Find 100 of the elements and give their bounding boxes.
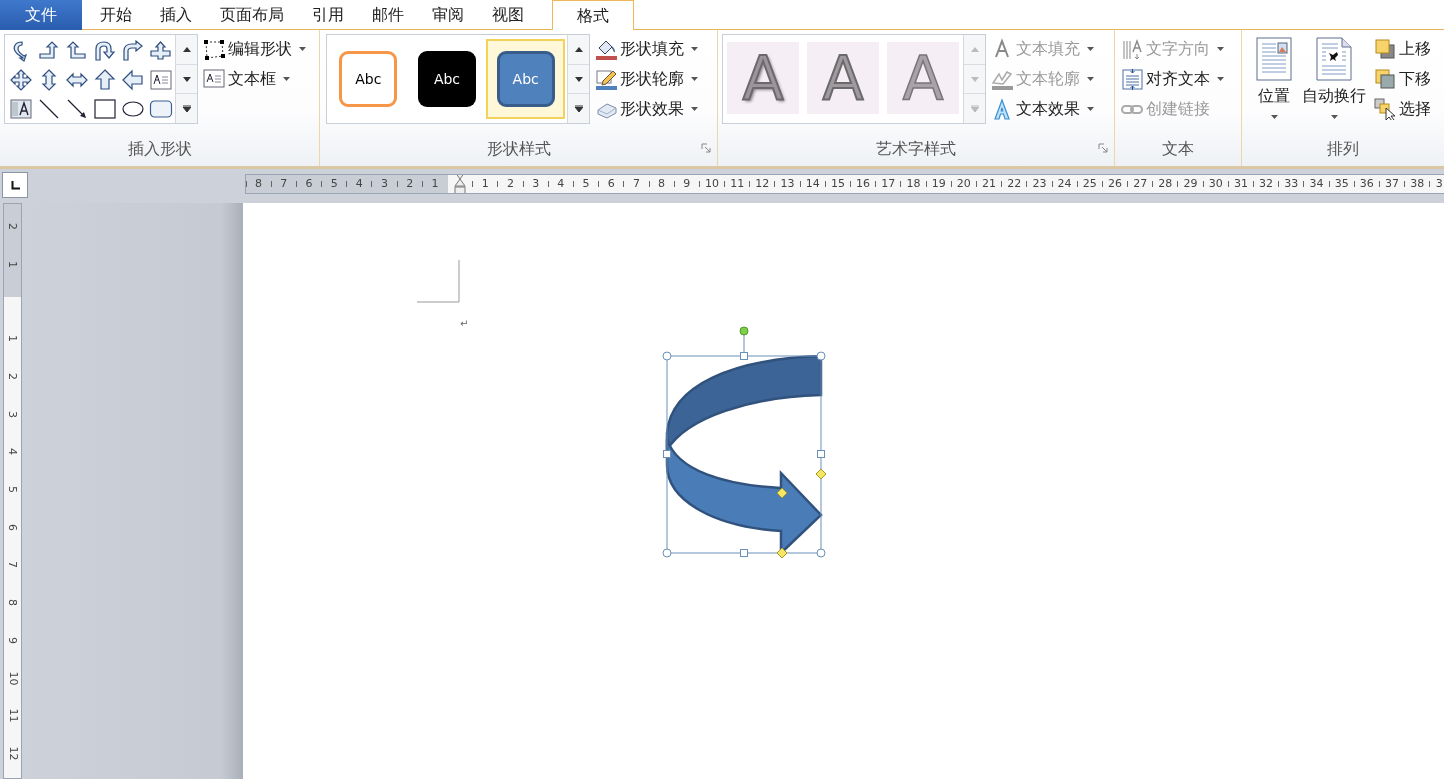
ruler-number: 34 <box>1303 175 1330 193</box>
ribbon-tab[interactable]: 引用 <box>298 0 358 30</box>
resize-handle[interactable] <box>816 548 826 558</box>
style-thumbnail[interactable]: Abc <box>339 51 398 107</box>
resize-handle[interactable] <box>662 548 672 558</box>
tab-selector-button[interactable] <box>2 172 28 198</box>
resize-handle[interactable] <box>817 450 825 458</box>
ruler-number: 8 <box>649 175 675 193</box>
resize-handle[interactable] <box>740 352 748 360</box>
up-arrow-icon[interactable] <box>93 67 117 92</box>
ribbon-tab[interactable]: 插入 <box>146 0 206 30</box>
down-icon <box>574 76 583 82</box>
left-arrow-icon[interactable] <box>121 67 145 92</box>
ruler-number: 2 <box>6 373 19 381</box>
resize-handle[interactable] <box>740 549 748 557</box>
u-turn-arrow-icon[interactable] <box>93 38 117 63</box>
up-icon <box>970 46 979 52</box>
up-icon <box>182 46 191 52</box>
style-thumbnail[interactable]: Abc <box>496 51 555 107</box>
split-arrow-icon[interactable] <box>149 38 173 63</box>
edit-points-icon <box>203 38 225 60</box>
command-button[interactable]: 形状效果 <box>595 97 698 121</box>
command-button[interactable]: 选择 <box>1374 97 1431 121</box>
ribbon-tab[interactable]: 页面布局 <box>206 0 298 30</box>
ribbon-tab[interactable]: 审阅 <box>418 0 478 30</box>
large-button[interactable]: 位置 <box>1254 34 1294 119</box>
ruler-number: 12 <box>749 175 775 193</box>
text-box-icon <box>203 68 225 90</box>
dialog-launcher-icon[interactable] <box>701 143 711 153</box>
ribbon-tab[interactable]: 开始 <box>86 0 146 30</box>
ruler-number: 4 <box>346 175 372 193</box>
down-icon <box>182 76 191 82</box>
ruler-number: 28 <box>1152 175 1178 193</box>
ruler-number: 22 <box>1001 175 1027 193</box>
ruler-number: 7 <box>6 561 19 569</box>
more-icon <box>970 105 979 113</box>
adjustment-handle[interactable] <box>776 547 788 559</box>
wrap-text-page-icon <box>1314 36 1354 82</box>
command-button[interactable]: 形状填充 <box>595 37 698 61</box>
bent-arrow-icon[interactable] <box>121 38 145 63</box>
tab-stop-icon <box>10 180 20 190</box>
ruler-number: 1 <box>472 175 498 193</box>
ruler-number: 3 <box>6 410 19 418</box>
ruler-number: 17 <box>875 175 901 193</box>
ruler-number: 5 <box>573 175 599 193</box>
rotation-handle[interactable] <box>739 326 749 353</box>
up-icon <box>574 46 583 52</box>
ruler-number: 18 <box>900 175 927 193</box>
command-button[interactable]: 编辑形状 <box>203 37 306 61</box>
ribbon-tab[interactable]: 格式 <box>552 0 634 31</box>
adjustment-handle[interactable] <box>815 468 827 480</box>
adjustment-handle[interactable] <box>776 487 788 499</box>
rectangle-icon[interactable] <box>93 96 117 121</box>
ruler-number: 9 <box>6 636 19 644</box>
ruler-number: 2 <box>397 175 423 193</box>
ruler-number: 24 <box>1052 175 1078 193</box>
group-label: 形状样式 <box>486 138 551 160</box>
margin-corner-mark <box>417 260 460 303</box>
command-button[interactable]: 下移 <box>1374 67 1431 91</box>
command-button[interactable]: 文本效果 <box>991 97 1094 121</box>
command-button[interactable]: 上移 <box>1374 37 1431 61</box>
ruler-number: 6 <box>598 175 624 193</box>
align-text-icon <box>1121 68 1143 90</box>
resize-handle[interactable] <box>663 450 671 458</box>
ruler-number: 6 <box>296 175 322 193</box>
ribbon-tab[interactable]: 视图 <box>478 0 538 30</box>
command-button[interactable]: 对齐文本 <box>1121 67 1224 91</box>
send-backward-icon <box>1374 68 1396 90</box>
large-button[interactable]: 自动换行 <box>1302 34 1366 119</box>
command-button[interactable]: 形状轮廓 <box>595 67 698 91</box>
style-thumbnail[interactable]: Abc <box>418 51 476 107</box>
letter-icon <box>991 98 1013 120</box>
dialog-launcher-icon[interactable] <box>1098 143 1108 153</box>
file-tab[interactable]: 文件 <box>0 0 82 30</box>
bring-forward-icon <box>1374 38 1396 60</box>
ruler-number: 3 <box>1429 175 1444 193</box>
ruler-number: 10 <box>6 671 19 686</box>
ruler-number: 1 <box>422 175 448 193</box>
ruler-number: 6 <box>6 523 19 531</box>
ruler-number: 8 <box>246 175 272 193</box>
text-box-icon[interactable] <box>9 96 33 121</box>
ruler-number: 12 <box>6 746 19 761</box>
ruler-number: 32 <box>1253 175 1279 193</box>
ruler-number: 29 <box>1177 175 1204 193</box>
ruler-number: 11 <box>724 175 750 193</box>
ruler-number: 3 <box>523 175 549 193</box>
ruler-number: 23 <box>1026 175 1052 193</box>
command-button[interactable]: 文本框 <box>203 67 306 91</box>
down-icon <box>970 76 979 82</box>
ruler-number: 20 <box>951 175 977 193</box>
ruler-number: 33 <box>1278 175 1304 193</box>
resize-handle[interactable] <box>816 351 826 361</box>
ribbon-tab[interactable]: 邮件 <box>358 0 418 30</box>
paint-bucket-icon <box>595 38 617 60</box>
group-label: 排列 <box>1327 138 1359 160</box>
four-way-arrow-icon[interactable] <box>9 67 33 92</box>
group-label: 艺术字样式 <box>876 138 956 160</box>
resize-handle[interactable] <box>662 351 672 361</box>
ruler-number: 5 <box>321 175 347 193</box>
ruler-number: 38 <box>1404 175 1430 193</box>
